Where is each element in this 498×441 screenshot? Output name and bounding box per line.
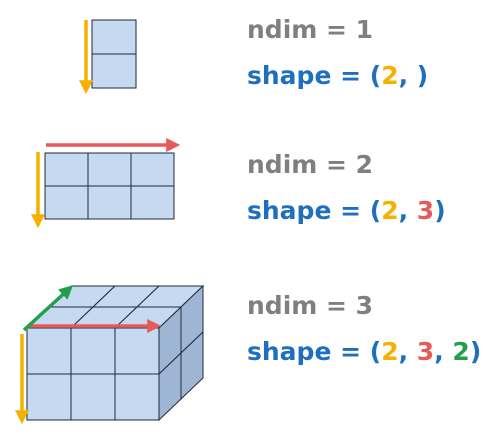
array-2d-cell-r1-c0	[44, 185, 89, 220]
shape-1-label: shape = (2, )	[247, 63, 428, 88]
shape-2-suffix: )	[434, 196, 446, 225]
shape-1-suffix: )	[416, 61, 429, 90]
array-1d-cell-r0-c0	[91, 19, 137, 55]
shape-2-dim-0: 2	[381, 196, 399, 225]
array-1d-cell-r1-c0	[91, 53, 137, 89]
array-3d-front-cell-r0-c1	[70, 327, 116, 375]
shape-3-separator-0: ,	[398, 337, 417, 366]
shape-3-dim-0: 2	[381, 337, 399, 366]
shape-3-dim-2: 2	[452, 337, 470, 366]
array-3d-front-cell-r1-c0	[26, 373, 72, 421]
ndarray-dimensions-diagram: ndim = 1 shape = (2, ) ndim = 2 shape = …	[0, 0, 498, 441]
array-2d-cell-r0-c0	[44, 152, 89, 187]
shape-3-label: shape = (2, 3, 2)	[247, 339, 481, 364]
ndim-1-label: ndim = 1	[247, 15, 374, 44]
shape-1-trailing-comma: ,	[398, 61, 417, 90]
shape-1-dim-0: 2	[381, 61, 399, 90]
shape-3-prefix: shape = (	[247, 337, 382, 366]
array-3d-front-cell-r0-c0	[26, 327, 72, 375]
array-3d-front-cell-r1-c2	[114, 373, 160, 421]
shape-3-separator-1: ,	[434, 337, 453, 366]
shape-2-prefix: shape = (	[247, 196, 382, 225]
array-2d-cell-r1-c1	[87, 185, 132, 220]
ndim-3-label: ndim = 3	[247, 291, 374, 320]
array-2d-cell-r0-c1	[87, 152, 132, 187]
array-3d-front-cell-r1-c1	[70, 373, 116, 421]
shape-2-separator-0: ,	[398, 196, 417, 225]
shape-2-dim-1: 3	[416, 196, 435, 225]
shape-2-label: shape = (2, 3)	[247, 198, 446, 223]
shape-3-suffix: )	[469, 337, 482, 366]
array-3d-front-cell-r0-c2	[114, 327, 160, 375]
shape-1-prefix: shape = (	[247, 61, 382, 90]
array-2d-cell-r0-c2	[130, 152, 175, 187]
shape-3-dim-1: 3	[416, 337, 435, 366]
ndim-2-label: ndim = 2	[247, 150, 374, 179]
array-2d-cell-r1-c2	[130, 185, 175, 220]
